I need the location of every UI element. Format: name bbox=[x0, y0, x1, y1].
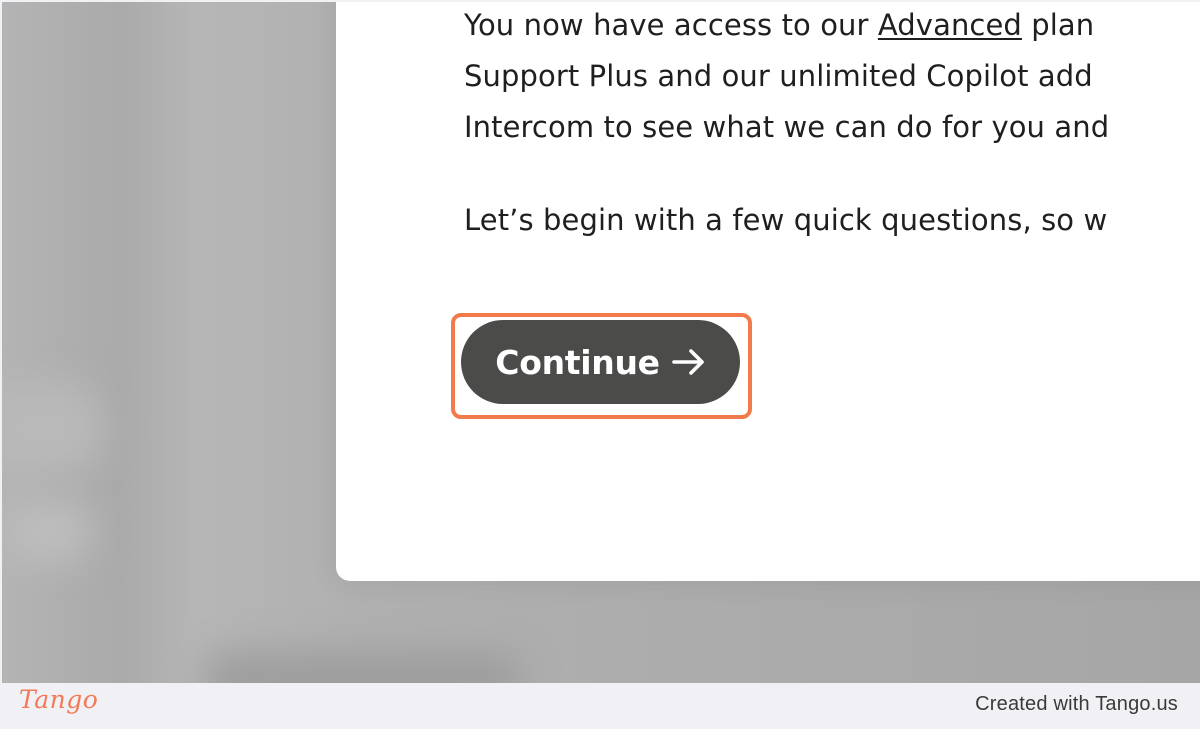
continue-button[interactable]: Continue bbox=[461, 320, 740, 404]
tango-step-screenshot: You now have access to our Advanced plan… bbox=[0, 0, 1200, 729]
welcome-modal: You now have access to our Advanced plan… bbox=[336, 2, 1200, 581]
tango-footer: Tango Created with Tango.us bbox=[0, 683, 1200, 729]
created-with-tango-text[interactable]: Created with Tango.us bbox=[975, 693, 1178, 716]
modal-line-4: Let’s begin with a few quick questions, … bbox=[464, 203, 1108, 237]
continue-button-label: Continue bbox=[495, 342, 660, 382]
advanced-plan-link[interactable]: Advanced bbox=[878, 8, 1022, 42]
modal-body-text: You now have access to our Advanced plan… bbox=[464, 2, 1200, 246]
arrow-right-icon bbox=[671, 348, 706, 376]
modal-line-3: Intercom to see what we can do for you a… bbox=[464, 110, 1110, 144]
modal-line-2: Support Plus and our unlimited Copilot a… bbox=[464, 59, 1093, 93]
modal-line-1: You now have access to our Advanced plan bbox=[464, 8, 1095, 42]
tango-logo[interactable]: Tango bbox=[19, 685, 98, 714]
